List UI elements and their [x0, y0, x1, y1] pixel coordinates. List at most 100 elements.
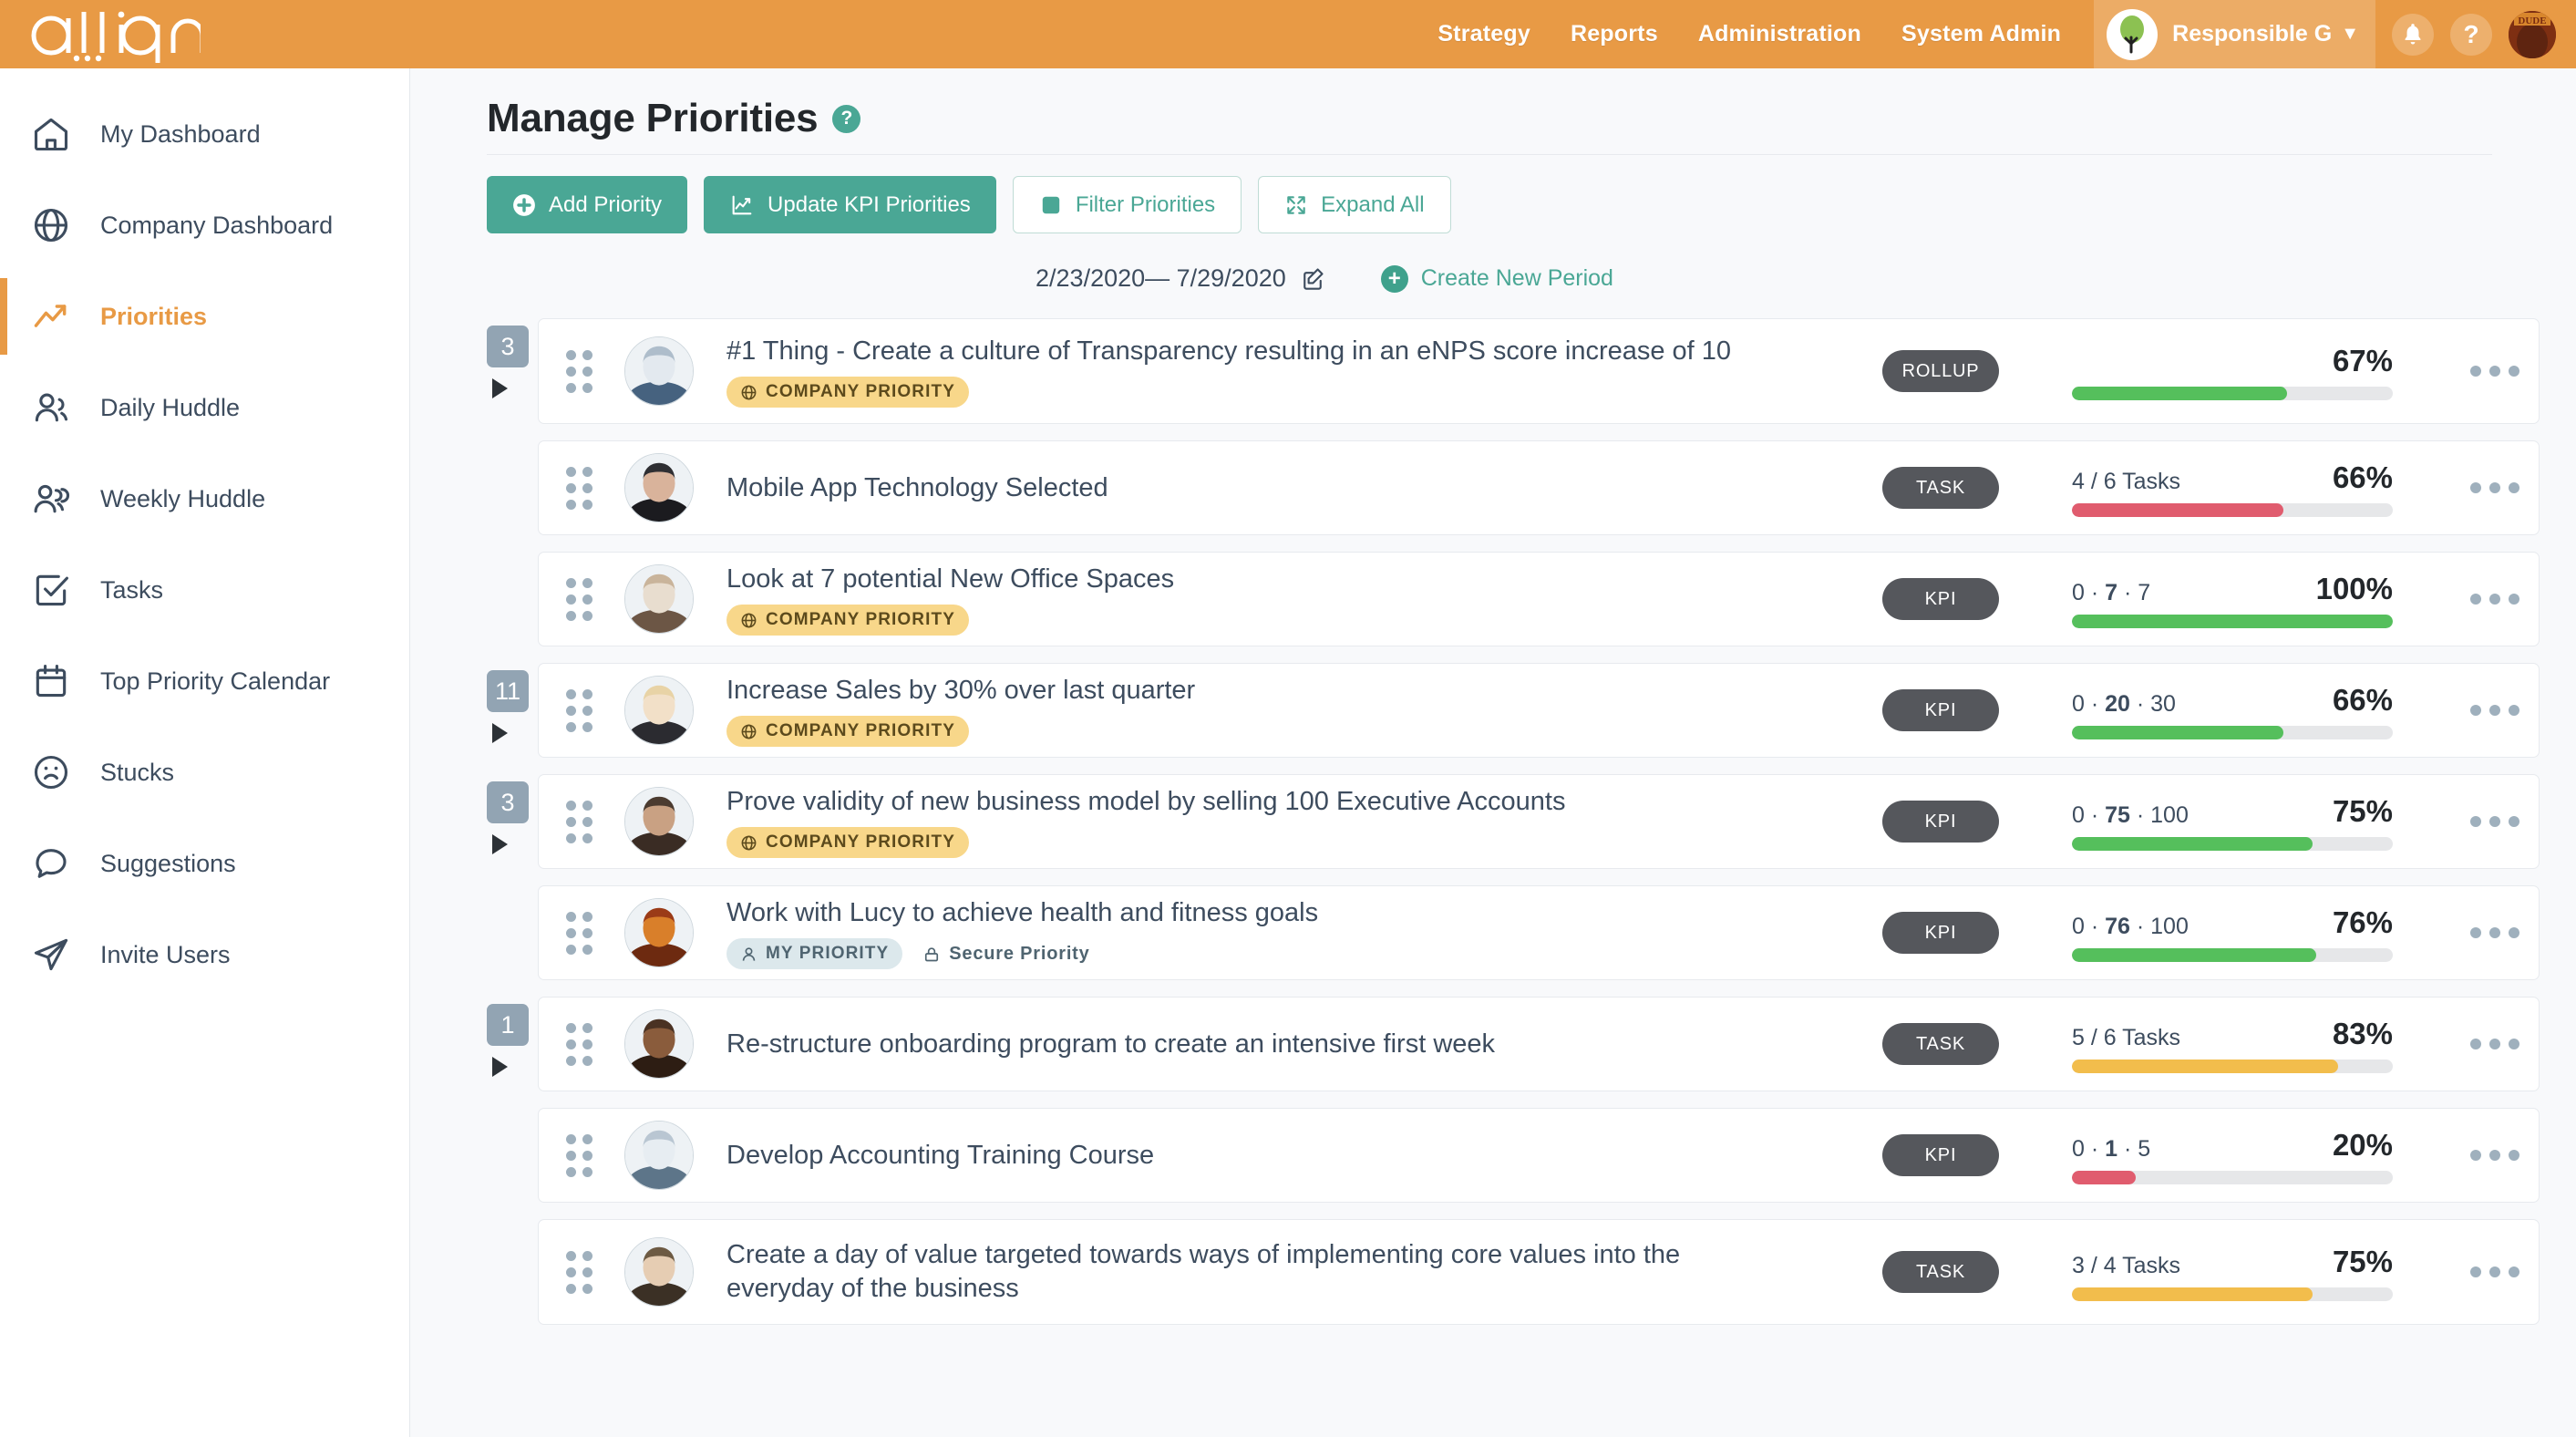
priority-card[interactable]: Re-structure onboarding program to creat…: [538, 997, 2540, 1091]
sidebar-item-daily-huddle[interactable]: Daily Huddle: [0, 362, 409, 453]
avatar[interactable]: [624, 453, 694, 522]
sidebar-item-my-dashboard[interactable]: My Dashboard: [0, 88, 409, 180]
priority-title[interactable]: #1 Thing - Create a culture of Transpare…: [726, 335, 1757, 368]
help-circle-icon[interactable]: ?: [832, 104, 861, 133]
sidebar-item-stucks[interactable]: Stucks: [0, 727, 409, 818]
create-new-period-button[interactable]: + Create New Period: [1380, 264, 1613, 293]
avatar[interactable]: DUDE: [2509, 10, 2556, 58]
table-row: Create a day of value targeted towards w…: [487, 1219, 2540, 1325]
row-menu-button[interactable]: [2451, 482, 2539, 493]
drag-handle-icon[interactable]: [566, 349, 603, 393]
row-menu-button[interactable]: [2451, 1039, 2539, 1049]
company-priority-tag: COMPANY PRIORITY: [726, 827, 969, 859]
priority-title[interactable]: Mobile App Technology Selected: [726, 471, 1757, 505]
drag-handle-icon[interactable]: [566, 577, 603, 621]
nav-link-strategy[interactable]: Strategy: [1417, 21, 1551, 47]
filter-priorities-button[interactable]: Filter Priorities: [1012, 176, 1242, 233]
drag-handle-icon[interactable]: [566, 1022, 603, 1066]
align-logo[interactable]: [27, 5, 210, 64]
main-content: Manage Priorities ? Add Priority Update …: [410, 68, 2576, 1437]
avatar[interactable]: [624, 1121, 694, 1190]
expand-row-toggle[interactable]: [492, 378, 508, 398]
priority-title[interactable]: Increase Sales by 30% over last quarter: [726, 674, 1757, 708]
update-kpi-priorities-button[interactable]: Update KPI Priorities: [704, 176, 996, 233]
sidebar-item-tasks[interactable]: Tasks: [0, 544, 409, 636]
sidebar-item-invite-users[interactable]: Invite Users: [0, 909, 409, 1000]
avatar[interactable]: [624, 787, 694, 856]
row-menu-button[interactable]: [2451, 705, 2539, 716]
edit-pencil-icon[interactable]: [1299, 265, 1326, 293]
priority-title[interactable]: Look at 7 potential New Office Spaces: [726, 563, 1757, 596]
progress-bar: [2072, 387, 2393, 400]
help-question-icon[interactable]: ?: [2450, 13, 2492, 56]
expand-all-button[interactable]: Expand All: [1258, 176, 1451, 233]
nav-link-system-admin[interactable]: System Admin: [1881, 21, 2081, 47]
priority-title[interactable]: Work with Lucy to achieve health and fit…: [726, 896, 1757, 930]
tree-icon: [2107, 8, 2159, 60]
row-menu-button[interactable]: [2451, 366, 2539, 377]
priority-card[interactable]: Mobile App Technology Selected TASK 4 / …: [538, 440, 2540, 535]
row-menu-button[interactable]: [2451, 927, 2539, 938]
drag-handle-icon[interactable]: [566, 800, 603, 843]
progress-metric: 0 · 7 · 7 100%: [2072, 570, 2393, 628]
priority-title[interactable]: Develop Accounting Training Course: [726, 1139, 1757, 1173]
table-row: Work with Lucy to achieve health and fit…: [487, 885, 2540, 980]
add-priority-button[interactable]: Add Priority: [487, 176, 688, 233]
priority-title[interactable]: Prove validity of new business model by …: [726, 785, 1757, 819]
avatar[interactable]: [624, 898, 694, 967]
priority-card[interactable]: Create a day of value targeted towards w…: [538, 1219, 2540, 1325]
task-count: 5 / 6 Tasks: [2072, 1025, 2181, 1050]
avatar[interactable]: [624, 564, 694, 634]
drag-handle-icon[interactable]: [566, 1250, 603, 1294]
priority-content: #1 Thing - Create a culture of Transpare…: [694, 329, 1882, 414]
drag-handle-icon[interactable]: [566, 688, 603, 732]
row-gutter: [487, 1108, 538, 1203]
expand-row-toggle[interactable]: [492, 1057, 508, 1077]
priority-type-badge: KPI: [1882, 912, 1999, 954]
row-menu-button[interactable]: [2451, 1266, 2539, 1277]
expand-row-toggle[interactable]: [492, 723, 508, 743]
priority-card[interactable]: Increase Sales by 30% over last quarter …: [538, 663, 2540, 758]
avatar[interactable]: [624, 1237, 694, 1307]
priority-card[interactable]: Prove validity of new business model by …: [538, 774, 2540, 869]
priority-card[interactable]: Look at 7 potential New Office Spaces CO…: [538, 552, 2540, 646]
sidebar-item-priorities[interactable]: Priorities: [0, 271, 409, 362]
sidebar-item-company-dashboard[interactable]: Company Dashboard: [0, 180, 409, 271]
sidebar-item-suggestions[interactable]: Suggestions: [0, 818, 409, 909]
chat-bubble-icon: [27, 840, 75, 887]
notification-bell-icon[interactable]: [2392, 13, 2434, 56]
kpi-values: 0 · 20 · 30: [2072, 691, 2176, 717]
row-menu-button[interactable]: [2451, 1150, 2539, 1161]
avatar[interactable]: [624, 336, 694, 406]
row-menu-button[interactable]: [2451, 594, 2539, 605]
priority-card[interactable]: Develop Accounting Training Course KPI 0…: [538, 1108, 2540, 1203]
progress-metric: 5 / 6 Tasks 83%: [2072, 1015, 2393, 1073]
checkbox-icon: [27, 566, 75, 614]
company-switcher[interactable]: Responsible G ▼: [2094, 0, 2375, 68]
sidebar-item-weekly-huddle[interactable]: Weekly Huddle: [0, 453, 409, 544]
priority-content: Develop Accounting Training Course: [694, 1133, 1882, 1178]
avatar[interactable]: [624, 1009, 694, 1079]
sidebar-item-label: My Dashboard: [100, 119, 261, 148]
expand-arrows-icon: [1284, 193, 1308, 217]
priority-title[interactable]: Re-structure onboarding program to creat…: [726, 1028, 1757, 1061]
priority-title[interactable]: Create a day of value targeted towards w…: [726, 1238, 1757, 1305]
sidebar: My Dashboard Company Dashboard Prioritie…: [0, 68, 410, 1437]
nav-link-reports[interactable]: Reports: [1551, 21, 1678, 47]
priority-card[interactable]: #1 Thing - Create a culture of Transpare…: [538, 318, 2540, 424]
expand-row-toggle[interactable]: [492, 834, 508, 854]
drag-handle-icon[interactable]: [566, 466, 603, 510]
drag-handle-icon[interactable]: [566, 911, 603, 955]
sidebar-item-top-priority-calendar[interactable]: Top Priority Calendar: [0, 636, 409, 727]
priority-content: Look at 7 potential New Office Spaces CO…: [694, 557, 1882, 642]
help-glyph: ?: [2463, 19, 2479, 48]
sidebar-item-label: Priorities: [100, 302, 208, 330]
nav-link-administration[interactable]: Administration: [1678, 21, 1881, 47]
avatar[interactable]: [624, 676, 694, 745]
drag-handle-icon[interactable]: [566, 1133, 603, 1177]
chevron-down-icon[interactable]: ▼: [2341, 24, 2359, 45]
row-gutter: [487, 885, 538, 980]
row-menu-button[interactable]: [2451, 816, 2539, 827]
company-priority-tag: COMPANY PRIORITY: [726, 716, 969, 748]
priority-card[interactable]: Work with Lucy to achieve health and fit…: [538, 885, 2540, 980]
